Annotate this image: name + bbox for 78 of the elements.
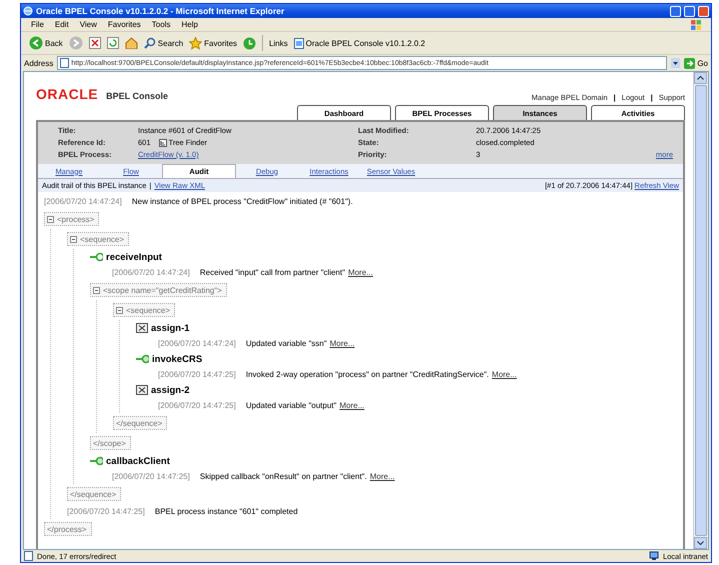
- log-message: Invoked 2-way operation "process" on partner "CreditRatingService".: [246, 370, 489, 379]
- maximize-button[interactable]: [684, 6, 695, 16]
- xml-tag[interactable]: <scope name="getCreditRating">: [90, 283, 227, 297]
- intranet-icon: [648, 551, 659, 561]
- search-icon: [144, 37, 156, 49]
- home-icon[interactable]: [124, 37, 138, 49]
- log-message: BPEL process instance "601" completed: [154, 507, 298, 516]
- xml-tag[interactable]: </scope>: [90, 436, 131, 450]
- xml-tag[interactable]: <process>: [44, 212, 100, 226]
- browser-icon: [23, 6, 33, 16]
- windows-logo-icon: [691, 20, 701, 30]
- product-name: BPEL Console: [106, 91, 168, 101]
- history-icon[interactable]: [243, 36, 256, 50]
- more-link[interactable]: More...: [330, 339, 355, 348]
- log-timestamp: [2006/07/20 14:47:25]: [112, 472, 190, 481]
- dropdown-icon[interactable]: [671, 58, 680, 68]
- assign-icon: [136, 385, 148, 395]
- back-button[interactable]: Back: [29, 36, 63, 50]
- log-timestamp: [2006/07/20 14:47:24]: [44, 197, 122, 206]
- go-button[interactable]: Go: [684, 58, 708, 68]
- menu-item[interactable]: Favorites: [108, 20, 141, 29]
- menu-item[interactable]: View: [80, 20, 97, 29]
- log-message: Skipped callback "onResult" on partner "client".: [200, 472, 367, 481]
- activity-name[interactable]: assign-2: [151, 384, 190, 396]
- activity-name[interactable]: callbackClient: [106, 456, 170, 466]
- refresh-icon[interactable]: [106, 37, 119, 49]
- collapse-icon: [47, 216, 54, 222]
- log-timestamp: [2006/07/20 14:47:24]: [112, 268, 190, 277]
- minimize-button[interactable]: [670, 6, 681, 16]
- page-icon: [60, 58, 70, 68]
- stop-icon[interactable]: [88, 37, 101, 49]
- search-button[interactable]: Search: [144, 37, 184, 49]
- invoke-icon: [90, 456, 103, 466]
- oracle-logo: ORACLE: [36, 86, 98, 102]
- more-link[interactable]: More...: [340, 401, 364, 410]
- menu-item[interactable]: Edit: [54, 20, 69, 29]
- tree-icon: [158, 138, 167, 146]
- more-link[interactable]: More...: [348, 268, 373, 277]
- window-title: Oracle BPEL Console v10.1.2.0.2 - Microsoft Internet Explorer: [36, 6, 284, 16]
- activity-name[interactable]: assign-1: [151, 322, 190, 334]
- log-timestamp: [2006/07/20 14:47:24]: [158, 339, 236, 348]
- collapse-icon: [70, 236, 77, 242]
- activity-name[interactable]: invokeCRS: [152, 354, 202, 364]
- log-timestamp: [2006/07/20 14:47:25]: [67, 507, 145, 516]
- xml-tag[interactable]: <sequence>: [67, 232, 130, 246]
- invoke-icon: [136, 354, 149, 364]
- go-arrow-icon: [684, 58, 696, 68]
- log-timestamp: [2006/07/20 14:47:25]: [158, 370, 236, 379]
- scroll-up-icon: [694, 72, 707, 84]
- log-message: Updated variable "output": [246, 401, 336, 410]
- receive-icon: [90, 252, 103, 262]
- xml-tag[interactable]: </process>: [44, 522, 92, 536]
- activity-name[interactable]: receiveInput: [106, 252, 162, 262]
- address-label: Address: [24, 58, 54, 68]
- log-message: Received "input" call from partner "client": [200, 268, 346, 277]
- log-message: New instance of BPEL process "CreditFlow" initiated (# "601").: [132, 197, 353, 206]
- scroll-thumb[interactable]: [695, 85, 707, 536]
- menu-item[interactable]: Help: [181, 20, 198, 29]
- menu-item[interactable]: Tools: [152, 20, 170, 29]
- more-link[interactable]: More...: [370, 472, 395, 481]
- collapse-icon: [93, 286, 100, 294]
- assign-icon: [136, 323, 148, 333]
- close-button[interactable]: [698, 6, 709, 16]
- scrollbar[interactable]: [693, 72, 708, 549]
- xml-tag[interactable]: </sequence>: [67, 487, 122, 501]
- xml-tag[interactable]: <sequence>: [113, 303, 176, 317]
- collapse-icon: [116, 306, 123, 314]
- link-button[interactable]: Oracle BPEL Console v10.1.2.0.2: [294, 38, 426, 48]
- log-message: Updated variable "ssn": [246, 339, 327, 348]
- more-link[interactable]: More...: [492, 370, 517, 379]
- menu-item[interactable]: File: [31, 20, 44, 29]
- favorites-button[interactable]: Favorites: [189, 36, 238, 50]
- star-icon: [189, 36, 202, 50]
- links-label[interactable]: Links: [269, 38, 288, 48]
- log-timestamp: [2006/07/20 14:47:25]: [158, 401, 236, 410]
- scroll-down-icon: [694, 537, 707, 549]
- xml-tag[interactable]: </sequence>: [113, 416, 168, 430]
- page-icon: [294, 38, 304, 48]
